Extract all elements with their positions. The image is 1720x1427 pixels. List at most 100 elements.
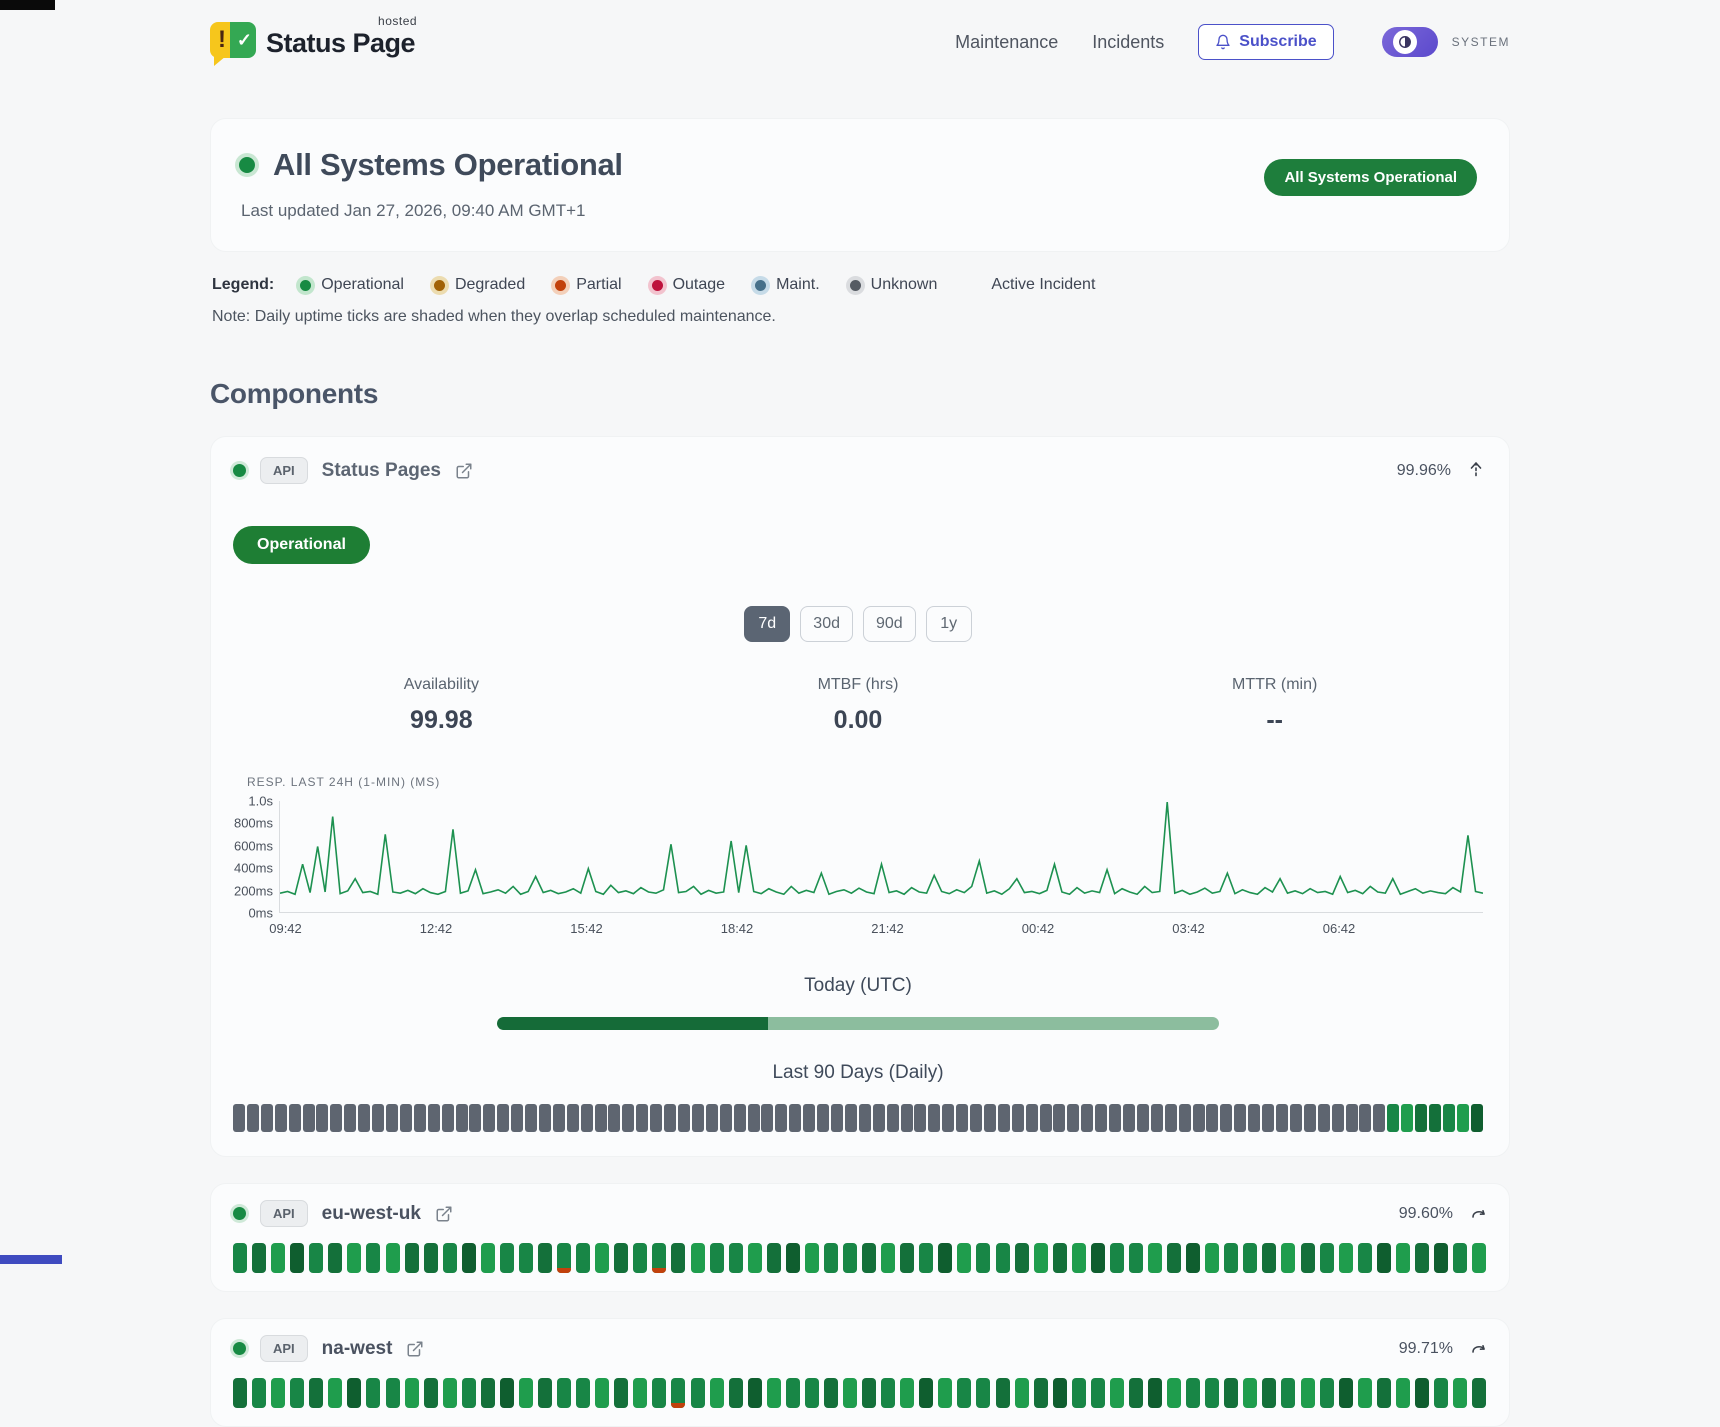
- uptime-tick-nodata[interactable]: [970, 1104, 982, 1132]
- uptime-tick-operational[interactable]: [748, 1243, 762, 1273]
- uptime-tick-partial[interactable]: [671, 1378, 685, 1408]
- uptime-tick-operational[interactable]: [1401, 1104, 1413, 1132]
- uptime-tick-nodata[interactable]: [789, 1104, 801, 1132]
- uptime-tick-operational[interactable]: [1167, 1378, 1181, 1408]
- uptime-tick-operational[interactable]: [347, 1243, 361, 1273]
- uptime-tick-operational[interactable]: [1396, 1243, 1410, 1273]
- uptime-tick-nodata[interactable]: [233, 1104, 245, 1132]
- uptime-tick-nodata[interactable]: [414, 1104, 426, 1132]
- uptime-tick-nodata[interactable]: [928, 1104, 940, 1132]
- uptime-tick-operational[interactable]: [1167, 1243, 1181, 1273]
- uptime-tick-operational[interactable]: [1015, 1378, 1029, 1408]
- uptime-tick-operational[interactable]: [633, 1243, 647, 1273]
- uptime-tick-nodata[interactable]: [442, 1104, 454, 1132]
- uptime-tick-operational[interactable]: [576, 1378, 590, 1408]
- external-link-icon[interactable]: [455, 462, 473, 480]
- uptime-tick-operational[interactable]: [233, 1378, 247, 1408]
- uptime-tick-operational[interactable]: [443, 1243, 457, 1273]
- uptime-tick-nodata[interactable]: [1359, 1104, 1371, 1132]
- uptime-tick-nodata[interactable]: [303, 1104, 315, 1132]
- uptime-tick-nodata[interactable]: [1123, 1104, 1135, 1132]
- uptime-tick-operational[interactable]: [1301, 1378, 1315, 1408]
- uptime-tick-nodata[interactable]: [1318, 1104, 1330, 1132]
- uptime-tick-operational[interactable]: [957, 1378, 971, 1408]
- uptime-tick-operational[interactable]: [1224, 1378, 1238, 1408]
- uptime-tick-operational[interactable]: [1429, 1104, 1441, 1132]
- uptime-tick-operational[interactable]: [1358, 1378, 1372, 1408]
- uptime-tick-operational[interactable]: [1339, 1243, 1353, 1273]
- uptime-tick-nodata[interactable]: [1137, 1104, 1149, 1132]
- uptime-tick-nodata[interactable]: [261, 1104, 273, 1132]
- uptime-tick-operational[interactable]: [386, 1378, 400, 1408]
- uptime-tick-nodata[interactable]: [845, 1104, 857, 1132]
- uptime-tick-operational[interactable]: [1434, 1378, 1448, 1408]
- uptime-tick-operational[interactable]: [538, 1243, 552, 1273]
- uptime-tick-operational[interactable]: [1320, 1378, 1334, 1408]
- uptime-tick-operational[interactable]: [252, 1243, 266, 1273]
- nav-incidents[interactable]: Incidents: [1092, 32, 1164, 53]
- uptime-tick-nodata[interactable]: [873, 1104, 885, 1132]
- uptime-tick-nodata[interactable]: [692, 1104, 704, 1132]
- uptime-tick-operational[interactable]: [805, 1243, 819, 1273]
- uptime-tick-operational[interactable]: [1186, 1243, 1200, 1273]
- uptime-tick-operational[interactable]: [938, 1243, 952, 1273]
- uptime-tick-nodata[interactable]: [330, 1104, 342, 1132]
- uptime-tick-nodata[interactable]: [984, 1104, 996, 1132]
- uptime-tick-nodata[interactable]: [372, 1104, 384, 1132]
- uptime-tick-operational[interactable]: [366, 1378, 380, 1408]
- uptime-tick-operational[interactable]: [557, 1378, 571, 1408]
- uptime-tick-nodata[interactable]: [247, 1104, 259, 1132]
- uptime-tick-nodata[interactable]: [636, 1104, 648, 1132]
- uptime-tick-operational[interactable]: [309, 1243, 323, 1273]
- uptime-tick-operational[interactable]: [1472, 1243, 1486, 1273]
- external-link-icon[interactable]: [406, 1340, 424, 1358]
- uptime-tick-nodata[interactable]: [803, 1104, 815, 1132]
- uptime-tick-operational[interactable]: [1243, 1243, 1257, 1273]
- uptime-tick-operational[interactable]: [1072, 1243, 1086, 1273]
- uptime-tick-operational[interactable]: [1034, 1378, 1048, 1408]
- uptime-tick-operational[interactable]: [1472, 1378, 1486, 1408]
- uptime-tick-operational[interactable]: [576, 1243, 590, 1273]
- uptime-tick-operational[interactable]: [919, 1378, 933, 1408]
- uptime-tick-nodata[interactable]: [483, 1104, 495, 1132]
- uptime-tick-operational[interactable]: [271, 1378, 285, 1408]
- uptime-tick-operational[interactable]: [633, 1378, 647, 1408]
- uptime-tick-nodata[interactable]: [761, 1104, 773, 1132]
- uptime-tick-operational[interactable]: [786, 1378, 800, 1408]
- uptime-tick-operational[interactable]: [786, 1243, 800, 1273]
- uptime-tick-operational[interactable]: [1396, 1378, 1410, 1408]
- uptime-tick-nodata[interactable]: [1193, 1104, 1205, 1132]
- uptime-tick-nodata[interactable]: [1012, 1104, 1024, 1132]
- uptime-tick-operational[interactable]: [405, 1378, 419, 1408]
- uptime-tick-nodata[interactable]: [344, 1104, 356, 1132]
- uptime-tick-operational[interactable]: [1320, 1243, 1334, 1273]
- external-link-icon[interactable]: [435, 1205, 453, 1223]
- subscribe-button[interactable]: Subscribe: [1198, 24, 1333, 60]
- uptime-tick-nodata[interactable]: [1109, 1104, 1121, 1132]
- range-button-7d[interactable]: 7d: [744, 606, 790, 642]
- uptime-tick-operational[interactable]: [881, 1378, 895, 1408]
- expand-arrow-icon[interactable]: [1471, 1207, 1487, 1221]
- uptime-tick-operational[interactable]: [595, 1243, 609, 1273]
- range-button-1y[interactable]: 1y: [926, 606, 972, 642]
- uptime-tick-operational[interactable]: [1186, 1378, 1200, 1408]
- uptime-tick-nodata[interactable]: [1220, 1104, 1232, 1132]
- uptime-tick-nodata[interactable]: [1346, 1104, 1358, 1132]
- uptime-tick-nodata[interactable]: [1067, 1104, 1079, 1132]
- uptime-tick-operational[interactable]: [328, 1243, 342, 1273]
- uptime-tick-operational[interactable]: [1053, 1243, 1067, 1273]
- uptime-tick-operational[interactable]: [1415, 1104, 1427, 1132]
- uptime-tick-operational[interactable]: [1281, 1243, 1295, 1273]
- uptime-tick-operational[interactable]: [1015, 1243, 1029, 1273]
- uptime-tick-nodata[interactable]: [428, 1104, 440, 1132]
- uptime-tick-operational[interactable]: [1387, 1104, 1399, 1132]
- uptime-tick-nodata[interactable]: [706, 1104, 718, 1132]
- uptime-tick-operational[interactable]: [1110, 1378, 1124, 1408]
- uptime-tick-operational[interactable]: [1358, 1243, 1372, 1273]
- uptime-tick-operational[interactable]: [900, 1243, 914, 1273]
- uptime-tick-partial[interactable]: [557, 1243, 571, 1273]
- uptime-tick-nodata[interactable]: [720, 1104, 732, 1132]
- uptime-tick-nodata[interactable]: [831, 1104, 843, 1132]
- theme-toggle[interactable]: [1382, 27, 1438, 57]
- uptime-tick-nodata[interactable]: [1165, 1104, 1177, 1132]
